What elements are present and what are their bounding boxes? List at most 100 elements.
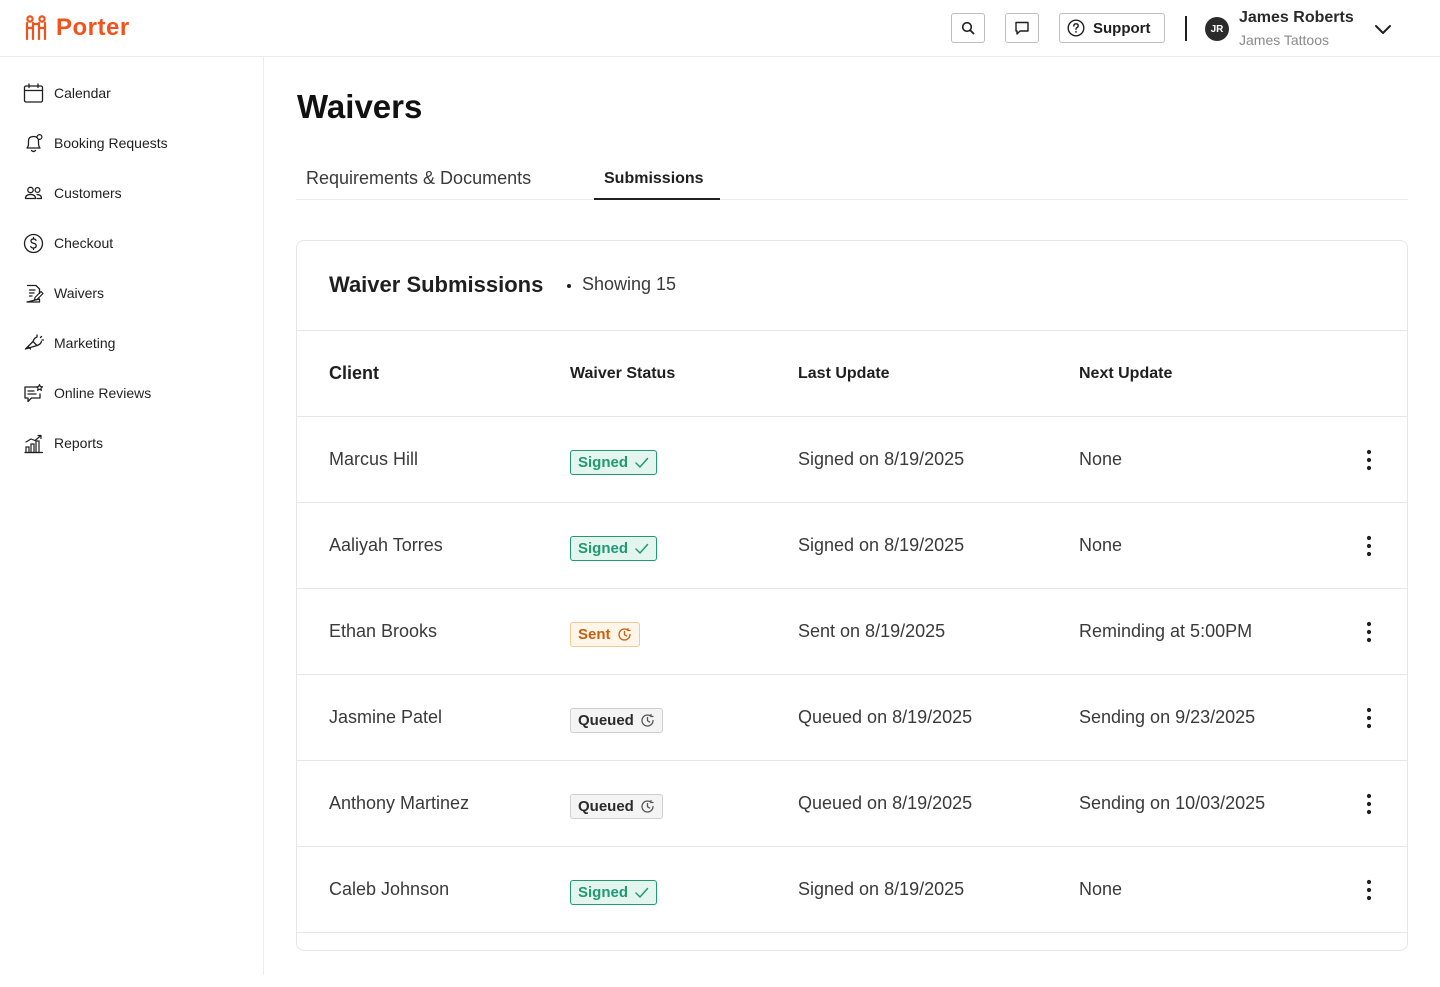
table-row[interactable]: Marcus Hill Signed Signed on 8/19/2025 N… [297, 417, 1407, 503]
bar-chart-icon [24, 434, 44, 453]
check-icon [635, 457, 649, 468]
more-vertical-icon [1366, 621, 1372, 643]
table-row[interactable]: Ethan Brooks Sent Sent on 8/19/2025 Remi… [297, 589, 1407, 675]
sidebar-item-booking-requests[interactable]: Booking Requests [23, 131, 168, 155]
column-header-waiver-status[interactable]: Waiver Status [570, 365, 675, 383]
row-actions-button[interactable] [1357, 877, 1381, 903]
sidebar-item-reports[interactable]: Reports [23, 431, 103, 455]
last-update: Signed on 8/19/2025 [798, 535, 965, 555]
last-update: Signed on 8/19/2025 [798, 879, 965, 899]
waiver-submissions-card: Waiver Submissions Showing 15 Client Wai… [296, 240, 1408, 951]
search-icon [961, 21, 975, 35]
sidebar-item-checkout[interactable]: Checkout [23, 231, 113, 255]
next-update: Sending on 9/23/2025 [1079, 707, 1256, 727]
table-row[interactable]: Caleb Johnson Signed Signed on 8/19/2025… [297, 847, 1407, 933]
sidebar-item-label: Booking Requests [54, 135, 168, 151]
next-update: Sending on 10/03/2025 [1079, 793, 1266, 813]
check-icon [635, 543, 649, 554]
table-header: Client Waiver Status Last Update Next Up… [297, 331, 1407, 417]
tab-requirements-documents[interactable]: Requirements & Documents [306, 168, 531, 189]
sidebar-item-marketing[interactable]: Marketing [23, 331, 115, 355]
users-icon [24, 186, 43, 199]
help-circle-icon [1067, 19, 1085, 37]
logo[interactable]: Porter [24, 14, 130, 42]
check-icon [635, 887, 649, 898]
more-vertical-icon [1366, 535, 1372, 557]
search-button[interactable] [951, 13, 985, 43]
app-name: Porter [56, 14, 130, 41]
header-divider [1185, 16, 1187, 41]
tab-bar: Requirements & Documents Submissions [296, 160, 1408, 200]
sidebar-item-label: Marketing [54, 335, 116, 351]
sidebar-item-label: Calendar [54, 85, 111, 101]
last-update: Queued on 8/19/2025 [798, 793, 973, 813]
card-header: Waiver Submissions Showing 15 [297, 241, 1407, 331]
next-update: None [1079, 879, 1123, 899]
business-name: James Tattoos [1239, 32, 1330, 48]
row-actions-button[interactable] [1357, 791, 1381, 817]
next-update: None [1079, 449, 1123, 469]
status-label: Signed [578, 454, 629, 471]
separator-dot [567, 284, 571, 288]
avatar[interactable]: JR [1205, 17, 1229, 41]
sidebar-item-label: Online Reviews [54, 385, 152, 401]
tab-submissions[interactable]: Submissions [604, 170, 704, 188]
status-badge: Queued [570, 794, 663, 819]
more-vertical-icon [1366, 707, 1372, 729]
more-vertical-icon [1366, 793, 1372, 815]
page-title: Waivers [297, 88, 423, 125]
sidebar-item-waivers[interactable]: Waivers [23, 281, 104, 305]
client-name: Anthony Martinez [329, 793, 470, 813]
row-actions-button[interactable] [1357, 447, 1381, 473]
messages-button[interactable] [1005, 13, 1039, 43]
status-badge: Signed [570, 880, 658, 905]
client-name: Aaliyah Torres [329, 535, 443, 555]
column-header-last-update[interactable]: Last Update [798, 365, 890, 383]
client-name: Marcus Hill [329, 449, 419, 469]
row-actions-button[interactable] [1357, 705, 1381, 731]
support-button[interactable]: Support [1059, 13, 1165, 43]
table-row[interactable]: Anthony Martinez Queued Queued on 8/19/2… [297, 761, 1407, 847]
row-actions-button[interactable] [1357, 533, 1381, 559]
status-badge: Signed [570, 536, 658, 561]
column-header-client[interactable]: Client [329, 363, 379, 384]
chevron-down-icon[interactable] [1372, 18, 1394, 40]
top-bar: Porter Support JR James Roberts James Ta… [0, 0, 1440, 57]
table-row[interactable]: Jasmine Patel Queued Queued on 8/19/2025… [297, 675, 1407, 761]
status-label: Signed [578, 540, 629, 557]
status-label: Queued [578, 798, 634, 815]
status-label: Sent [578, 626, 611, 643]
more-vertical-icon [1366, 879, 1372, 901]
user-name: James Roberts [1239, 9, 1354, 26]
active-tab-indicator [594, 198, 720, 200]
client-name: Jasmine Patel [329, 707, 443, 727]
sidebar-item-label: Customers [54, 185, 122, 201]
row-actions-button[interactable] [1357, 619, 1381, 645]
dollar-icon [23, 233, 44, 253]
clock-refresh-icon [617, 627, 631, 641]
status-badge: Queued [570, 708, 663, 733]
sidebar-item-customers[interactable]: Customers [23, 181, 122, 205]
porter-logo-icon [25, 15, 47, 41]
status-label: Queued [578, 712, 634, 729]
last-update: Signed on 8/19/2025 [798, 449, 965, 469]
status-label: Signed [578, 884, 629, 901]
status-badge: Signed [570, 450, 658, 475]
next-update: Reminding at 5:00PM [1079, 621, 1253, 641]
chat-icon [1015, 21, 1029, 35]
clock-refresh-icon [641, 713, 654, 727]
last-update: Queued on 8/19/2025 [798, 707, 973, 727]
sidebar-item-calendar[interactable]: Calendar [23, 81, 111, 105]
card-title: Waiver Submissions [329, 272, 544, 297]
column-header-next-update[interactable]: Next Update [1079, 365, 1172, 383]
more-vertical-icon [1366, 449, 1372, 471]
megaphone-icon [24, 333, 44, 350]
table-row[interactable]: Aaliyah Torres Signed Signed on 8/19/202… [297, 503, 1407, 589]
calendar-icon [23, 82, 44, 103]
status-badge: Sent [570, 622, 640, 647]
client-name: Ethan Brooks [329, 621, 438, 641]
sidebar-item-online-reviews[interactable]: Online Reviews [23, 381, 151, 405]
bell-icon [26, 133, 43, 152]
support-label: Support [1093, 19, 1151, 37]
last-update: Sent on 8/19/2025 [798, 621, 946, 641]
